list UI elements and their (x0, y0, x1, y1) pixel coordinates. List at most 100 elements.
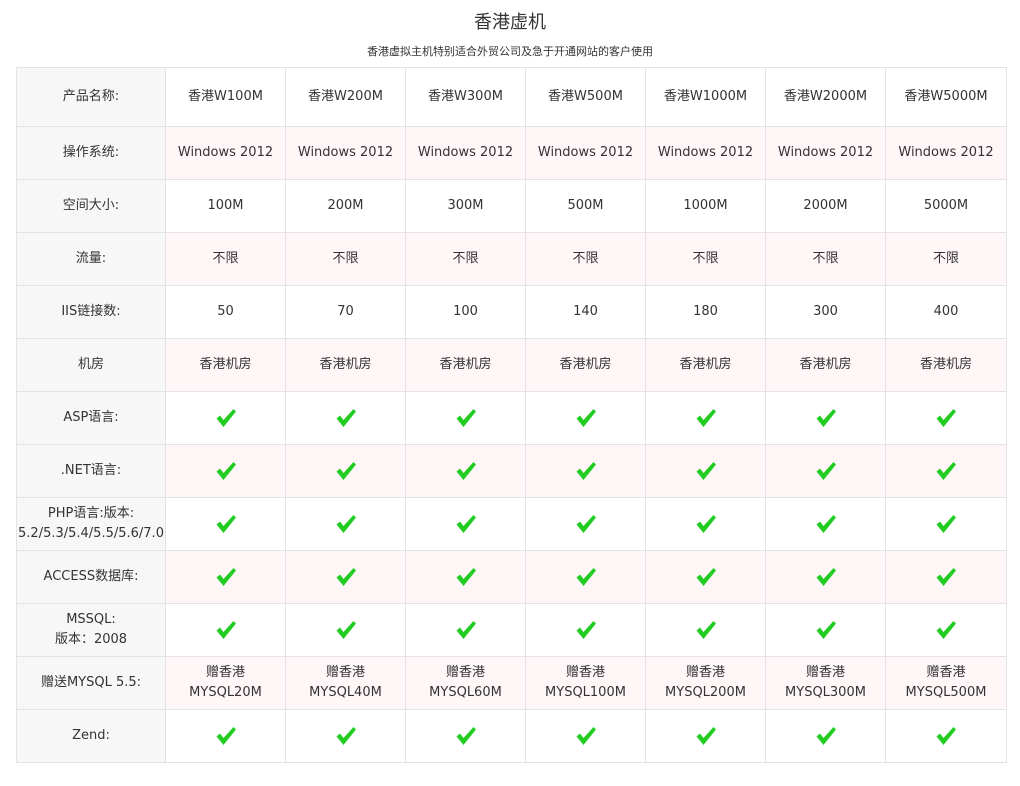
cell-zend-plan-6 (765, 709, 886, 763)
cell-dotnet-plan-7 (885, 444, 1007, 498)
cell-text-line: 赠香港 (445, 665, 485, 680)
cell-datacenter-plan-7: 香港机房 (885, 338, 1007, 392)
cell-iis-plan-4: 140 (525, 285, 646, 339)
cell-text-line: 200M (327, 198, 364, 213)
cell-asp-plan-3 (405, 391, 526, 445)
cell-mssql-plan-6 (765, 603, 886, 657)
row-label-line: 5.2/5.3/5.4/5.5/5.6/7.0 (18, 526, 164, 541)
cell-text-line: 香港W5000M (904, 89, 988, 104)
cell-text-line: 不限 (332, 251, 359, 266)
checkmark-icon (336, 726, 356, 745)
cell-text-line: 不限 (212, 251, 239, 266)
cell-text-line: 赠香港 (205, 665, 245, 680)
cell-text-line: 300 (813, 304, 838, 319)
table-row-zend: Zend: (16, 709, 1007, 763)
cell-text-line: 赠香港 (805, 665, 845, 680)
cell-mysql-plan-5: 赠香港 MYSQL200M (645, 656, 766, 710)
cell-access-plan-7 (885, 550, 1007, 604)
cell-text-line: MYSQL100M (545, 685, 626, 700)
cell-dotnet-plan-2 (285, 444, 406, 498)
row-label-line: 机房 (77, 357, 104, 372)
cell-traffic-plan-3: 不限 (405, 232, 526, 286)
cell-text-line: 70 (337, 304, 354, 319)
cell-text-line: 50 (217, 304, 234, 319)
cell-product-plan-7: 香港W5000M (885, 67, 1007, 127)
cell-text-line: 180 (693, 304, 718, 319)
checkmark-icon (336, 514, 356, 533)
cell-text-line: 赠香港 (926, 665, 966, 680)
cell-os-plan-2: Windows 2012 (285, 126, 406, 180)
checkmark-icon (576, 408, 596, 427)
checkmark-icon (576, 620, 596, 639)
cell-mysql-plan-2: 赠香港 MYSQL40M (285, 656, 406, 710)
cell-space-plan-6: 2000M (765, 179, 886, 233)
cell-mssql-plan-1 (165, 603, 286, 657)
cell-text-line: Windows 2012 (417, 145, 514, 160)
cell-text-line: 赠香港 (685, 665, 725, 680)
row-label-access: ACCESS数据库: (16, 550, 166, 604)
cell-php-plan-4 (525, 497, 646, 551)
cell-dotnet-plan-1 (165, 444, 286, 498)
cell-text-line: 香港机房 (199, 357, 252, 372)
row-label-iis: IIS链接数: (16, 285, 166, 339)
cell-text-line: 香港W100M (188, 89, 263, 104)
cell-zend-plan-4 (525, 709, 646, 763)
checkmark-icon (216, 408, 236, 427)
cell-mysql-plan-4: 赠香港 MYSQL100M (525, 656, 646, 710)
cell-os-plan-1: Windows 2012 (165, 126, 286, 180)
cell-iis-plan-2: 70 (285, 285, 406, 339)
cell-datacenter-plan-2: 香港机房 (285, 338, 406, 392)
checkmark-icon (696, 726, 716, 745)
cell-space-plan-7: 5000M (885, 179, 1007, 233)
row-label-traffic: 流量: (16, 232, 166, 286)
table-row-os: 操作系统: Windows 2012 Windows 2012 Windows 201… (16, 126, 1007, 180)
row-label-line: 赠送MYSQL 5.5: (40, 675, 142, 690)
cell-text-line: 香港机房 (439, 357, 492, 372)
table-row-php: PHP语言:版本: 5.2/5.3/5.4/5.5/5.6/7.0 (16, 497, 1007, 551)
cell-text-line: 2000M (803, 198, 848, 213)
checkmark-icon (936, 408, 956, 427)
checkmark-icon (576, 514, 596, 533)
checkmark-icon (216, 567, 236, 586)
checkmark-icon (336, 461, 356, 480)
cell-asp-plan-6 (765, 391, 886, 445)
table-row-datacenter: 机房 香港机房 香港机房 香港机房 香港机房 香港机房 香港机房 香港机房 (16, 338, 1007, 392)
row-label-line: 空间大小: (62, 198, 120, 213)
cell-text-line: Windows 2012 (297, 145, 394, 160)
checkmark-icon (216, 620, 236, 639)
cell-text-line: 100 (453, 304, 478, 319)
cell-text-line: MYSQL500M (905, 685, 987, 700)
cell-text-line: MYSQL40M (309, 685, 382, 700)
cell-mssql-plan-5 (645, 603, 766, 657)
cell-text-line: 140 (573, 304, 598, 319)
cell-text-line: 不限 (572, 251, 599, 266)
cell-space-plan-2: 200M (285, 179, 406, 233)
checkmark-icon (936, 726, 956, 745)
checkmark-icon (456, 461, 476, 480)
cell-product-plan-5: 香港W1000M (645, 67, 766, 127)
cell-datacenter-plan-5: 香港机房 (645, 338, 766, 392)
cell-text-line: 香港机房 (319, 357, 372, 372)
cell-text-line: 400 (933, 304, 959, 319)
row-label-mysql: 赠送MYSQL 5.5: (16, 656, 166, 710)
cell-traffic-plan-1: 不限 (165, 232, 286, 286)
cell-traffic-plan-6: 不限 (765, 232, 886, 286)
table-row-dotnet: .NET语言: (16, 444, 1007, 498)
row-label-line: IIS链接数: (61, 304, 121, 319)
cell-mssql-plan-2 (285, 603, 406, 657)
checkmark-icon (456, 567, 476, 586)
checkmark-icon (936, 620, 956, 639)
cell-os-plan-5: Windows 2012 (645, 126, 766, 180)
cell-access-plan-1 (165, 550, 286, 604)
cell-php-plan-7 (885, 497, 1007, 551)
cell-zend-plan-3 (405, 709, 526, 763)
cell-product-plan-4: 香港W500M (525, 67, 646, 127)
checkmark-icon (816, 620, 836, 639)
cell-space-plan-1: 100M (165, 179, 286, 233)
cell-traffic-plan-2: 不限 (285, 232, 406, 286)
table-row-product: 产品名称: 香港W100M 香港W200M 香港W300M 香港W500M 香港W1000… (16, 67, 1007, 127)
cell-product-plan-3: 香港W300M (405, 67, 526, 127)
row-label-line: PHP语言:版本: (47, 506, 135, 521)
cell-text-line: 赠香港 (565, 665, 605, 680)
row-label-line: ASP语言: (63, 410, 119, 425)
